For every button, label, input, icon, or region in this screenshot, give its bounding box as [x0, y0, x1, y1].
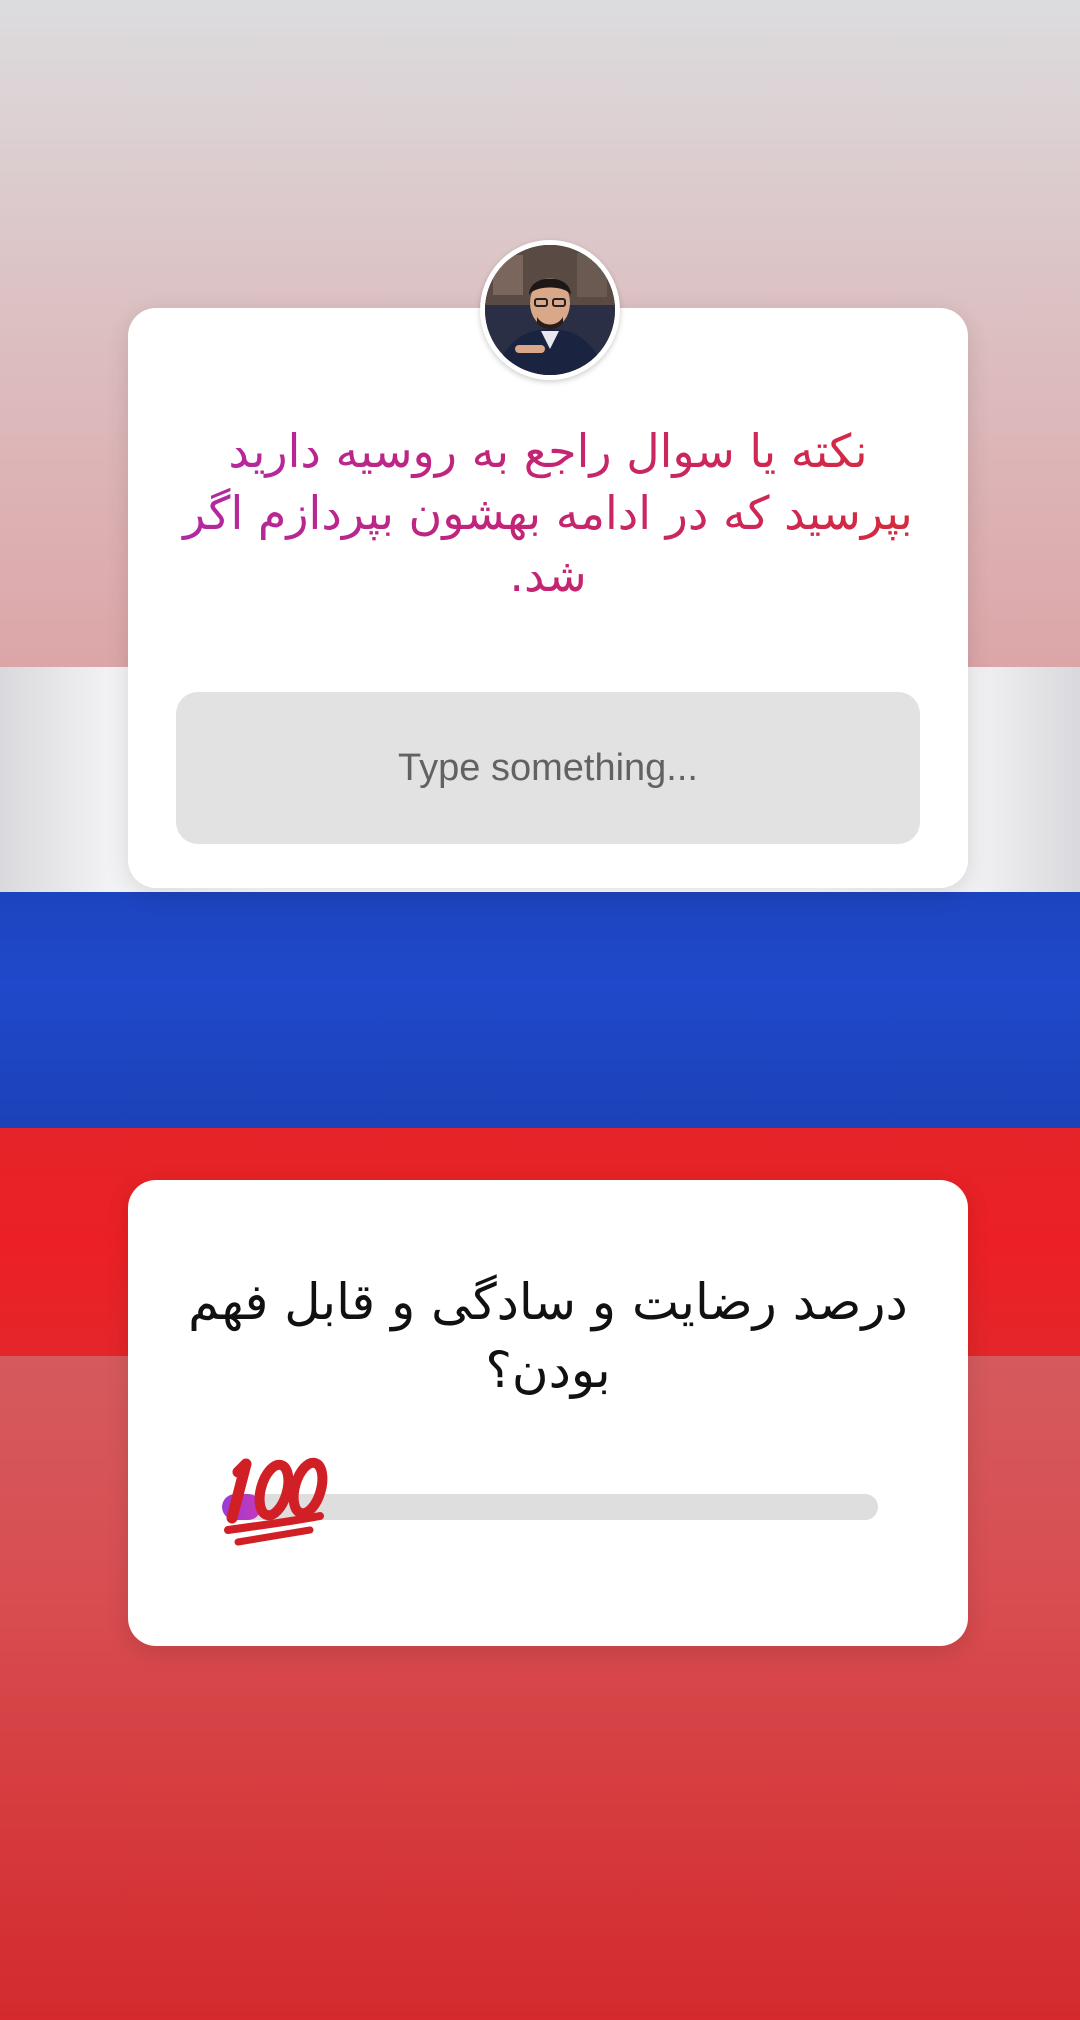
flag-blue-stripe [0, 892, 1080, 1128]
hundred-points-icon[interactable] [216, 1440, 336, 1550]
profile-photo-icon [485, 245, 615, 375]
profile-avatar [480, 240, 620, 380]
emoji-slider-sticker[interactable]: درصد رضایت و سادگی و قابل فهم بودن؟ [128, 1180, 968, 1646]
question-prompt: نکته یا سوال راجع به روسیه دارید بپرسید … [168, 420, 928, 606]
answer-placeholder: Type something... [398, 746, 698, 789]
question-sticker[interactable]: نکته یا سوال راجع به روسیه دارید بپرسید … [128, 308, 968, 888]
answer-input[interactable]: Type something... [176, 692, 920, 844]
slider-question: درصد رضایت و سادگی و قابل فهم بودن؟ [188, 1273, 908, 1399]
